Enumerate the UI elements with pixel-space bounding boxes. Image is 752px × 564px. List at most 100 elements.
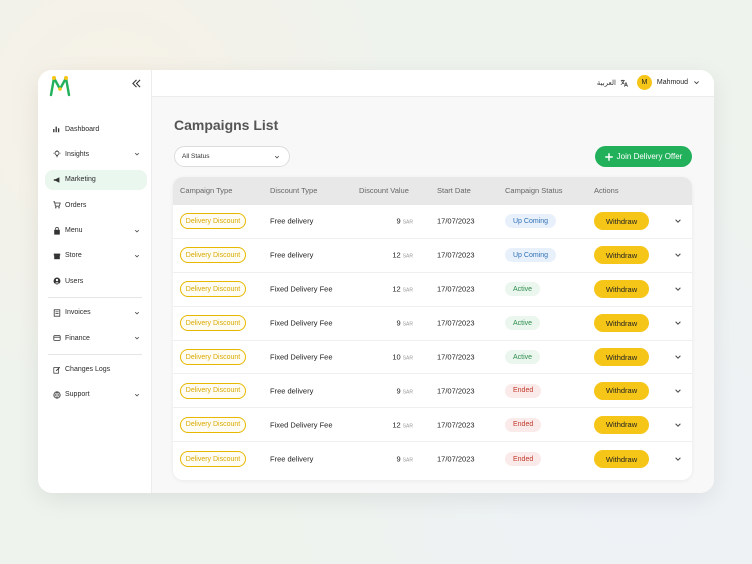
header-campaign-type: Campaign Type	[180, 186, 233, 195]
discount-value: 9 SAR	[363, 386, 413, 395]
double-chevron-left-icon[interactable]	[132, 79, 141, 88]
status-filter-select[interactable]: All Status	[174, 146, 290, 167]
sidebar-item-orders[interactable]: Orders	[38, 195, 152, 215]
header-discount-value: Discount Value	[359, 186, 409, 195]
sidebar-item-marketing[interactable]: Marketing	[45, 169, 147, 190]
discount-amount: 9	[396, 318, 401, 328]
withdraw-button[interactable]: Withdraw	[594, 280, 649, 299]
start-date: 17/07/2023	[437, 454, 475, 464]
chevron-down-icon[interactable]	[674, 285, 682, 293]
sidebar-item-finance[interactable]: Finance	[38, 328, 152, 348]
currency-label: SAR	[402, 355, 413, 362]
table-body: Delivery Discount Free delivery 9 SAR 17/07/…	[173, 205, 692, 476]
avatar: M	[636, 75, 652, 90]
table-row: Delivery Discount Fixed Delivery Fee 12 SAR…	[173, 408, 692, 443]
start-date: 17/07/2023	[437, 352, 475, 362]
sidebar-item-label: Insights	[65, 150, 90, 158]
invoice-icon	[53, 309, 61, 317]
discount-type: Free delivery	[270, 386, 314, 396]
withdraw-button[interactable]: Withdraw	[594, 212, 649, 231]
translate-icon	[620, 79, 628, 87]
bar-chart-icon	[53, 126, 60, 133]
sidebar-item-support[interactable]: Support	[38, 385, 152, 405]
language-label: العربية	[596, 80, 616, 87]
user-icon	[53, 277, 61, 285]
start-date: 17/07/2023	[437, 250, 475, 260]
discount-value: 9 SAR	[363, 455, 413, 464]
sidebar-item-label: Support	[65, 391, 90, 399]
store-icon	[53, 253, 61, 260]
sidebar-item-label: Invoices	[65, 309, 91, 317]
table-row: Delivery Discount Free delivery 9 SAR 17/07/…	[173, 442, 692, 476]
edit-icon	[53, 366, 61, 374]
withdraw-button[interactable]: Withdraw	[594, 314, 649, 333]
discount-value: 12 SAR	[363, 251, 413, 260]
discount-value: 12 SAR	[363, 420, 413, 429]
lightbulb-icon	[53, 150, 61, 158]
discount-type: Fixed Delivery Fee	[270, 420, 333, 430]
discount-type: Fixed Delivery Fee	[270, 284, 333, 294]
sidebar-item-label: Users	[65, 277, 84, 285]
status-badge: Ended	[505, 383, 542, 398]
bag-icon	[54, 226, 60, 235]
chevron-down-icon	[274, 155, 280, 159]
app-window: Dashboard Insights Marketing Orders Menu Stor…	[38, 70, 714, 493]
status-badge: Active	[505, 316, 541, 331]
table-row: Delivery Discount Free delivery 12 SAR 17/07…	[173, 239, 692, 273]
chevron-down-icon[interactable]	[674, 353, 682, 361]
sidebar-item-changes-logs[interactable]: Changes Logs	[38, 360, 152, 380]
sidebar-item-insights[interactable]: Insights	[38, 144, 152, 164]
chevron-down-icon[interactable]	[674, 387, 682, 395]
chevron-down-icon[interactable]	[674, 455, 682, 463]
discount-amount: 12	[392, 250, 401, 260]
header-actions: Actions	[594, 186, 619, 195]
language-switch[interactable]: العربية	[597, 79, 628, 87]
campaign-type-badge: Delivery Discount	[180, 382, 246, 399]
currency-label: SAR	[402, 253, 413, 260]
status-badge: Up Coming	[505, 214, 557, 229]
start-date: 17/07/2023	[437, 420, 475, 430]
discount-type: Free delivery	[270, 216, 314, 226]
chevron-down-icon[interactable]	[674, 251, 682, 259]
withdraw-button[interactable]: Withdraw	[594, 450, 649, 469]
campaign-type-badge: Delivery Discount	[180, 451, 246, 468]
campaign-type-badge: Delivery Discount	[180, 349, 246, 365]
discount-amount: 12	[392, 284, 401, 294]
user-menu[interactable]: M Mahmoud	[636, 75, 700, 90]
campaign-type-badge: Delivery Discount	[180, 281, 246, 298]
sidebar-item-store[interactable]: Store	[38, 246, 152, 266]
megaphone-icon	[53, 176, 60, 183]
withdraw-button[interactable]: Withdraw	[594, 381, 649, 400]
table-row: Delivery Discount Fixed Delivery Fee 10 SAR…	[173, 341, 692, 375]
sidebar-divider	[48, 353, 142, 355]
chevron-down-icon[interactable]	[674, 217, 682, 225]
sidebar-item-invoices[interactable]: Invoices	[38, 303, 152, 323]
campaign-type-badge: Delivery Discount	[180, 416, 246, 433]
sidebar-item-dashboard[interactable]: Dashboard	[38, 119, 152, 139]
sidebar-item-users[interactable]: Users	[38, 271, 152, 291]
campaign-type-badge: Delivery Discount	[180, 213, 246, 230]
campaigns-table: Campaign Type Discount Type Discount Val…	[173, 177, 692, 480]
currency-label: SAR	[402, 423, 413, 430]
header-start-date: Start Date	[437, 186, 471, 195]
chevron-down-icon[interactable]	[674, 421, 682, 429]
discount-type: Fixed Delivery Fee	[270, 352, 333, 362]
currency-label: SAR	[402, 321, 413, 328]
join-delivery-offer-label: Join Delivery Offer	[616, 152, 683, 161]
currency-label: SAR	[402, 219, 413, 226]
join-delivery-offer-button[interactable]: Join Delivery Offer	[595, 146, 692, 167]
status-badge: Ended	[505, 452, 542, 467]
withdraw-button[interactable]: Withdraw	[594, 415, 649, 434]
chevron-down-icon[interactable]	[674, 319, 682, 327]
campaign-type-badge: Delivery Discount	[180, 247, 246, 264]
currency-label: SAR	[402, 287, 413, 294]
status-badge: Up Coming	[505, 248, 557, 263]
discount-type: Free delivery	[270, 250, 314, 260]
sidebar-item-menu[interactable]: Menu	[38, 221, 152, 241]
table-row: Delivery Discount Free delivery 9 SAR 17/07/…	[173, 205, 692, 239]
table-header: Campaign Type Discount Type Discount Val…	[173, 177, 692, 205]
withdraw-button[interactable]: Withdraw	[594, 246, 649, 265]
campaign-type-badge: Delivery Discount	[180, 315, 246, 332]
withdraw-button[interactable]: Withdraw	[594, 348, 649, 366]
discount-value: 9 SAR	[363, 319, 413, 328]
